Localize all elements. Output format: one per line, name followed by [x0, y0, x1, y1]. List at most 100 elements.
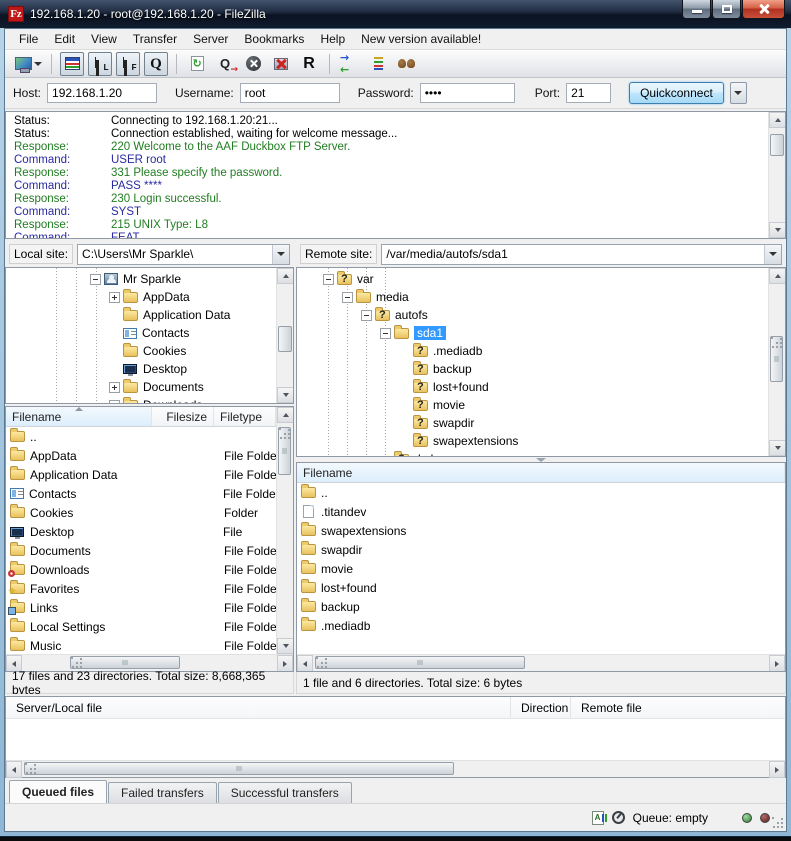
plus-expander-icon[interactable] [109, 292, 120, 303]
remote-list-row[interactable]: .titandev [297, 502, 785, 521]
scroll-right-arrow[interactable] [769, 761, 785, 778]
maximize-button[interactable] [712, 0, 741, 19]
resize-grip[interactable] [772, 817, 785, 830]
menu-edit[interactable]: Edit [46, 30, 83, 48]
toggle-queue-button[interactable] [144, 52, 168, 76]
synchronized-browsing-button[interactable] [366, 52, 390, 76]
menu-new-version-notice[interactable]: New version available! [353, 30, 489, 48]
local-site-combobox[interactable]: C:\Users\Mr Sparkle\ [77, 244, 290, 265]
plus-expander-icon[interactable] [109, 382, 120, 393]
scroll-up-arrow[interactable] [769, 268, 786, 284]
menu-file[interactable]: File [11, 30, 46, 48]
column-header-filename[interactable]: Filename [6, 407, 152, 426]
refresh-button[interactable] [185, 52, 209, 76]
remote-tree-item-movie[interactable]: movie [297, 396, 768, 414]
scrollbar-thumb[interactable] [770, 134, 784, 156]
remote-list-row[interactable]: .mediadb [297, 616, 785, 635]
local-list-row[interactable]: .. [6, 427, 276, 446]
column-header-remote-file[interactable]: Remote file [571, 697, 785, 718]
tab-queued-files[interactable]: Queued files [9, 780, 107, 803]
local-tree-item-documents[interactable]: Documents [6, 378, 276, 396]
remote-tree-item-sda1[interactable]: sda1 [297, 324, 768, 342]
local-list-row[interactable]: Local SettingsFile Folder [6, 617, 276, 636]
column-header-filesize[interactable]: Filesize [152, 407, 214, 426]
local-list-horizontal-scrollbar[interactable] [6, 654, 293, 671]
plus-expander-icon[interactable] [109, 400, 120, 404]
toggle-remote-tree-button[interactable] [116, 52, 140, 76]
local-list-row[interactable]: DesktopFile [6, 522, 276, 541]
remote-tree-item-backup[interactable]: backup [297, 360, 768, 378]
local-list-row[interactable]: DocumentsFile Folder [6, 541, 276, 560]
scroll-up-arrow[interactable] [769, 112, 786, 128]
scroll-right-arrow[interactable] [769, 655, 785, 672]
tab-failed-transfers[interactable]: Failed transfers [108, 782, 217, 803]
log-vertical-scrollbar[interactable] [768, 112, 785, 238]
local-list-vertical-scrollbar[interactable] [276, 407, 293, 654]
local-tree-item-downloads[interactable]: Downloads [6, 396, 276, 403]
scroll-up-arrow[interactable] [277, 268, 294, 284]
local-tree-item-cookies[interactable]: Cookies [6, 342, 276, 360]
local-list-row[interactable]: AppDataFile Folder [6, 446, 276, 465]
remote-tree-item-lost-found[interactable]: lost+found [297, 378, 768, 396]
remote-tree-item-mediadb[interactable]: .mediadb [297, 342, 768, 360]
column-header-filetype[interactable]: Filetype [214, 407, 276, 426]
local-tree-item-appdata[interactable]: AppData [6, 288, 276, 306]
remote-tree-item-swapdir[interactable]: swapdir [297, 414, 768, 432]
menu-view[interactable]: View [83, 30, 125, 48]
scrollbar-thumb[interactable] [70, 656, 180, 669]
remote-tree-item-var[interactable]: var [297, 270, 768, 288]
local-list-row[interactable]: CookiesFolder [6, 503, 276, 522]
local-list-row[interactable]: MusicFile Folder [6, 636, 276, 654]
remote-tree-vertical-scrollbar[interactable] [768, 268, 785, 456]
scrollbar-thumb[interactable] [770, 336, 783, 382]
minus-expander-icon[interactable] [342, 292, 353, 303]
menu-bookmarks[interactable]: Bookmarks [236, 30, 312, 48]
column-header-direction[interactable]: Direction [511, 697, 571, 718]
toggle-local-tree-button[interactable] [88, 52, 112, 76]
remote-list-row[interactable]: lost+found [297, 578, 785, 597]
remote-list-horizontal-scrollbar[interactable] [297, 654, 785, 671]
tab-successful-transfers[interactable]: Successful transfers [218, 782, 352, 803]
local-list-row[interactable]: DownloadsFile Folder [6, 560, 276, 579]
quickconnect-button[interactable]: Quickconnect [629, 82, 724, 104]
remote-splitter-sash[interactable] [296, 457, 786, 462]
scrollbar-thumb[interactable] [278, 326, 292, 352]
local-tree-item-desktop[interactable]: Desktop [6, 360, 276, 378]
collapse-sash-icon[interactable] [536, 458, 546, 462]
local-list-row[interactable]: Application DataFile Folder [6, 465, 276, 484]
reconnect-button[interactable] [297, 52, 321, 76]
toggle-message-log-button[interactable] [60, 52, 84, 76]
disconnect-button[interactable] [269, 52, 293, 76]
minus-expander-icon[interactable] [361, 310, 372, 321]
menu-server[interactable]: Server [185, 30, 236, 48]
scroll-down-arrow[interactable] [277, 387, 294, 403]
scroll-up-arrow[interactable] [277, 407, 293, 423]
remote-tree-item-autofs[interactable]: autofs [297, 306, 768, 324]
scroll-down-arrow[interactable] [277, 638, 293, 654]
local-list-row[interactable]: ContactsFile Folder [6, 484, 276, 503]
host-input[interactable] [47, 83, 157, 103]
minus-expander-icon[interactable] [90, 274, 101, 285]
remote-site-combobox[interactable]: /var/media/autofs/sda1 [381, 244, 782, 265]
menu-help[interactable]: Help [312, 30, 353, 48]
cancel-button[interactable] [241, 52, 265, 76]
local-tree-item-contacts[interactable]: Contacts [6, 324, 276, 342]
local-tree-item-mr-sparkle[interactable]: Mr Sparkle [6, 270, 276, 288]
remote-list-row[interactable]: swapextensions [297, 521, 785, 540]
scrollbar-thumb[interactable] [278, 427, 291, 475]
column-header-filename[interactable]: Filename [297, 463, 785, 482]
remote-tree-item-media[interactable]: media [297, 288, 768, 306]
remote-tree-item-swapextensions[interactable]: swapextensions [297, 432, 768, 450]
queue-horizontal-scrollbar[interactable] [6, 760, 785, 777]
menu-transfer[interactable]: Transfer [125, 30, 185, 48]
scrollbar-thumb[interactable] [315, 656, 525, 669]
title-bar[interactable]: Fz 192.168.1.20 - root@192.168.1.20 - Fi… [0, 0, 791, 28]
scroll-left-arrow[interactable] [297, 655, 313, 672]
directory-comparison-button[interactable] [338, 52, 362, 76]
scroll-down-arrow[interactable] [769, 222, 786, 238]
local-tree-vertical-scrollbar[interactable] [276, 268, 293, 403]
username-input[interactable] [240, 83, 340, 103]
password-input[interactable] [420, 83, 515, 103]
minimize-button[interactable] [682, 0, 711, 19]
combo-dropdown-button[interactable] [272, 245, 289, 264]
